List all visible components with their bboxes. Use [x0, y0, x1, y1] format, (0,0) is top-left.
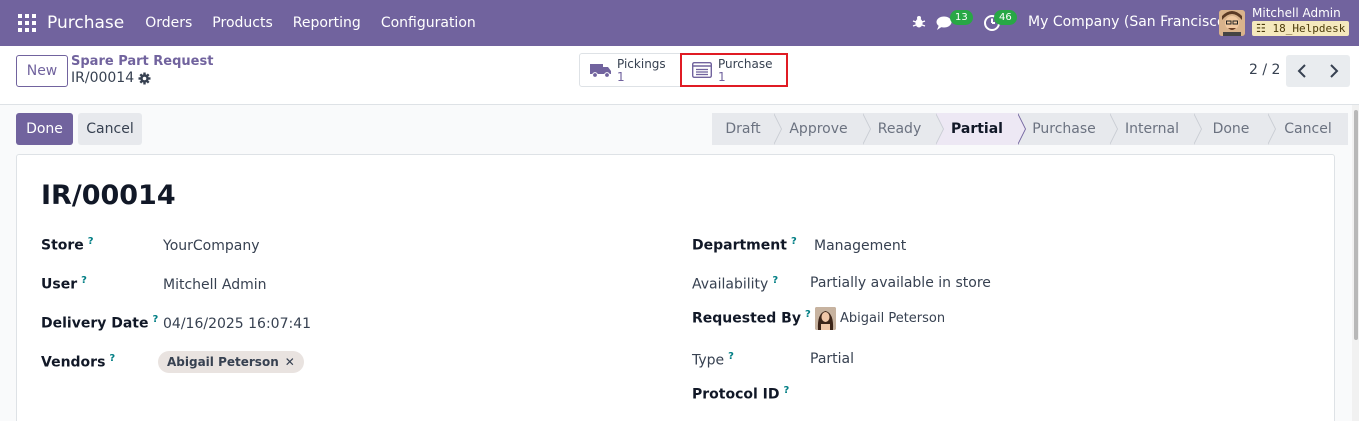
database-name: 18_Helpdesk [1272, 22, 1346, 35]
store-value[interactable]: YourCompany [163, 238, 260, 254]
stage-done-label: Done [1212, 121, 1250, 137]
breadcrumb-current: IR/00014 [71, 70, 151, 86]
purchase-smart-button[interactable]: Purchase 1 [680, 53, 788, 87]
stage-purchase[interactable]: Purchase [1018, 113, 1118, 145]
control-panel: New Spare Part Request IR/00014 Pickings… [0, 46, 1359, 105]
pager-previous-button[interactable] [1286, 55, 1318, 87]
scrollbar-thumb[interactable] [1354, 110, 1358, 340]
stage-partial[interactable]: Partial [936, 113, 1026, 145]
user-name[interactable]: Mitchell Admin [1252, 6, 1341, 20]
purchase-label: Purchase [718, 56, 773, 71]
stage-cancel[interactable]: Cancel [1268, 113, 1348, 145]
type-label-text: Type [692, 352, 725, 369]
truck-icon [590, 64, 611, 78]
menu-orders[interactable]: Orders [145, 15, 192, 31]
requested-by-label: Requested By? [692, 309, 811, 327]
stage-ready-label: Ready [877, 121, 922, 137]
stage-cancel-label: Cancel [1284, 121, 1332, 137]
user-value[interactable]: Mitchell Admin [163, 277, 267, 293]
done-button[interactable]: Done [16, 113, 73, 145]
stage-done[interactable]: Done [1194, 113, 1276, 145]
app-name[interactable]: Purchase [47, 13, 124, 33]
department-value[interactable]: Management [814, 238, 906, 254]
stage-partial-label: Partial [951, 121, 1003, 137]
requested-by-help-icon[interactable]: ? [805, 309, 811, 320]
stage-draft-label: Draft [725, 121, 761, 137]
availability-value: Partially available in store [810, 275, 991, 291]
new-button[interactable]: New [16, 55, 68, 87]
status-bar: Draft Approve Ready Partial Purchase Int… [712, 113, 1348, 145]
department-help-icon[interactable]: ? [791, 236, 797, 247]
pager-next-button[interactable] [1318, 55, 1350, 87]
requested-by-label-text: Requested By [692, 310, 801, 327]
type-label: Type? [692, 351, 734, 369]
stage-draft[interactable]: Draft [712, 113, 782, 145]
protocol-id-help-icon[interactable]: ? [784, 385, 790, 396]
user-label-text: User [41, 276, 78, 293]
breadcrumb-parent[interactable]: Spare Part Request [71, 54, 213, 69]
store-help-icon[interactable]: ? [88, 236, 94, 247]
vendor-tag[interactable]: Abigail Peterson ✕ [158, 351, 304, 373]
vendors-help-icon[interactable]: ? [109, 353, 115, 364]
department-label-text: Department [692, 237, 787, 254]
user-avatar[interactable] [1219, 10, 1245, 36]
close-icon[interactable]: ✕ [285, 355, 295, 369]
stage-internal-label: Internal [1125, 121, 1179, 137]
stage-purchase-label: Purchase [1032, 121, 1096, 137]
user-help-icon[interactable]: ? [81, 275, 87, 286]
vendors-label-text: Vendors [41, 354, 106, 371]
chevron-left-icon [1297, 64, 1306, 78]
store-label-text: Store [41, 237, 84, 254]
user-label: User? [41, 275, 87, 293]
protocol-id-label-text: Protocol ID [692, 386, 780, 403]
database-badge: ☷ 18_Helpdesk [1252, 21, 1350, 36]
protocol-id-label: Protocol ID? [692, 385, 789, 403]
delivery-date-label-text: Delivery Date [41, 315, 149, 332]
type-help-icon[interactable]: ? [728, 351, 734, 362]
pickings-label: Pickings [617, 56, 666, 71]
breadcrumb-current-label: IR/00014 [71, 70, 135, 86]
gear-icon[interactable] [138, 72, 151, 85]
availability-help-icon[interactable]: ? [772, 275, 778, 286]
pickings-count: 1 [617, 69, 625, 84]
activities-count-badge: 46 [994, 10, 1017, 25]
cancel-button[interactable]: Cancel [78, 113, 142, 145]
apps-menu-icon[interactable] [18, 14, 36, 32]
delivery-date-label: Delivery Date? [41, 314, 158, 332]
stage-internal[interactable]: Internal [1110, 113, 1202, 145]
pager-value[interactable]: 2 / 2 [1249, 62, 1280, 78]
type-value: Partial [810, 351, 854, 367]
debug-bug-icon[interactable] [912, 15, 926, 29]
stage-ready[interactable]: Ready [863, 113, 944, 145]
menu-products[interactable]: Products [212, 15, 272, 31]
pickings-smart-button[interactable]: Pickings 1 [579, 53, 681, 87]
menu-reporting[interactable]: Reporting [293, 15, 361, 31]
record-title: IR/00014 [41, 180, 176, 211]
department-label: Department? [692, 236, 797, 254]
menu-configuration[interactable]: Configuration [381, 15, 476, 31]
chevron-right-icon [1330, 64, 1339, 78]
purchase-count: 1 [718, 69, 726, 84]
delivery-date-help-icon[interactable]: ? [153, 314, 159, 325]
availability-label-text: Availability [692, 276, 769, 293]
requester-avatar [815, 307, 836, 330]
vendor-tag-label: Abigail Peterson [167, 355, 279, 369]
requested-by-value[interactable]: Abigail Peterson [840, 311, 945, 326]
database-icon: ☷ [1256, 22, 1266, 35]
store-label: Store? [41, 236, 94, 254]
requester-avatar-image [815, 307, 836, 330]
messages-count-badge: 13 [950, 10, 973, 25]
availability-label: Availability? [692, 275, 778, 293]
company-switcher[interactable]: My Company (San Francisco) [1028, 14, 1231, 30]
delivery-date-value[interactable]: 04/16/2025 16:07:41 [163, 316, 311, 332]
user-avatar-image [1219, 10, 1245, 36]
stage-approve-label: Approve [789, 121, 848, 137]
vendors-label: Vendors? [41, 353, 115, 371]
purchase-list-icon [692, 62, 712, 78]
stage-approve[interactable]: Approve [774, 113, 871, 145]
